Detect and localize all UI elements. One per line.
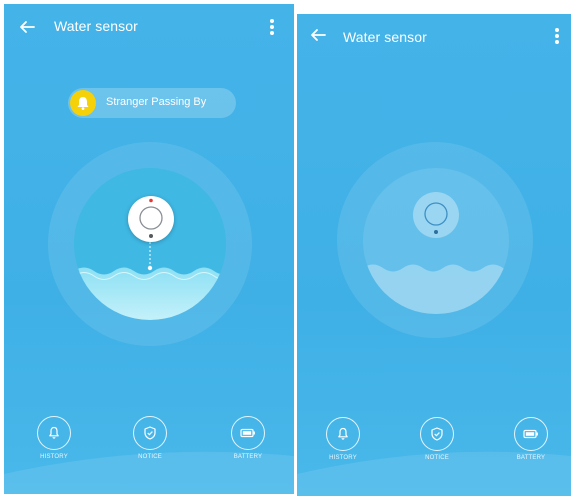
bell-icon xyxy=(77,97,89,110)
history-circle xyxy=(37,416,71,450)
shield-check-icon xyxy=(144,426,156,440)
water-sensor-screen-right: Water sensor HISTORY NOTICE BATTERY xyxy=(297,14,571,496)
arrow-left-icon xyxy=(311,29,326,41)
shield-check-icon xyxy=(431,427,443,441)
more-vertical-icon xyxy=(555,28,559,44)
sensor-device xyxy=(128,196,174,242)
top-bar: Water sensor xyxy=(297,14,571,58)
nav-history-label: HISTORY xyxy=(329,455,357,461)
more-vertical-icon xyxy=(270,19,274,35)
nav-battery-button[interactable]: BATTERY xyxy=(509,417,553,461)
nav-notice-button[interactable]: NOTICE xyxy=(417,417,457,461)
bell-icon xyxy=(338,427,348,440)
page-title: Water sensor xyxy=(343,29,427,45)
sensor-device-icon xyxy=(139,198,163,238)
nav-battery-label: BATTERY xyxy=(233,454,263,460)
top-bar: Water sensor xyxy=(4,4,294,48)
notice-circle xyxy=(133,416,167,450)
back-button[interactable] xyxy=(305,22,331,48)
nav-notice-button[interactable]: NOTICE xyxy=(130,416,170,460)
battery-icon xyxy=(523,429,538,439)
battery-circle xyxy=(514,417,548,451)
sensor-display xyxy=(74,168,226,320)
alert-text: Stranger Passing By xyxy=(106,96,207,108)
water-level xyxy=(363,264,509,314)
notice-circle xyxy=(420,417,454,451)
history-circle xyxy=(326,417,360,451)
nav-history-button[interactable]: HISTORY xyxy=(34,416,74,460)
nav-battery-button[interactable]: BATTERY xyxy=(226,416,270,460)
sensor-device-icon xyxy=(424,202,448,234)
status-alert-pill: Stranger Passing By xyxy=(68,88,236,118)
battery-circle xyxy=(231,416,265,450)
back-button[interactable] xyxy=(14,14,40,40)
battery-icon xyxy=(240,428,255,438)
more-options-button[interactable] xyxy=(262,14,282,40)
page-title: Water sensor xyxy=(54,18,138,34)
arrow-left-icon xyxy=(20,21,35,33)
sensor-display xyxy=(363,168,509,314)
alert-icon-badge xyxy=(70,90,96,116)
nav-history-button[interactable]: HISTORY xyxy=(323,417,363,461)
sensor-device xyxy=(413,192,459,238)
more-options-button[interactable] xyxy=(547,23,567,49)
nav-history-label: HISTORY xyxy=(40,454,68,460)
nav-notice-label: NOTICE xyxy=(425,455,449,461)
water-sensor-screen-left: Water sensor Stranger Passing By HISTORY… xyxy=(4,4,294,494)
nav-battery-label: BATTERY xyxy=(516,455,546,461)
nav-notice-label: NOTICE xyxy=(138,454,162,460)
bell-icon xyxy=(49,426,59,439)
water-level xyxy=(74,238,226,320)
